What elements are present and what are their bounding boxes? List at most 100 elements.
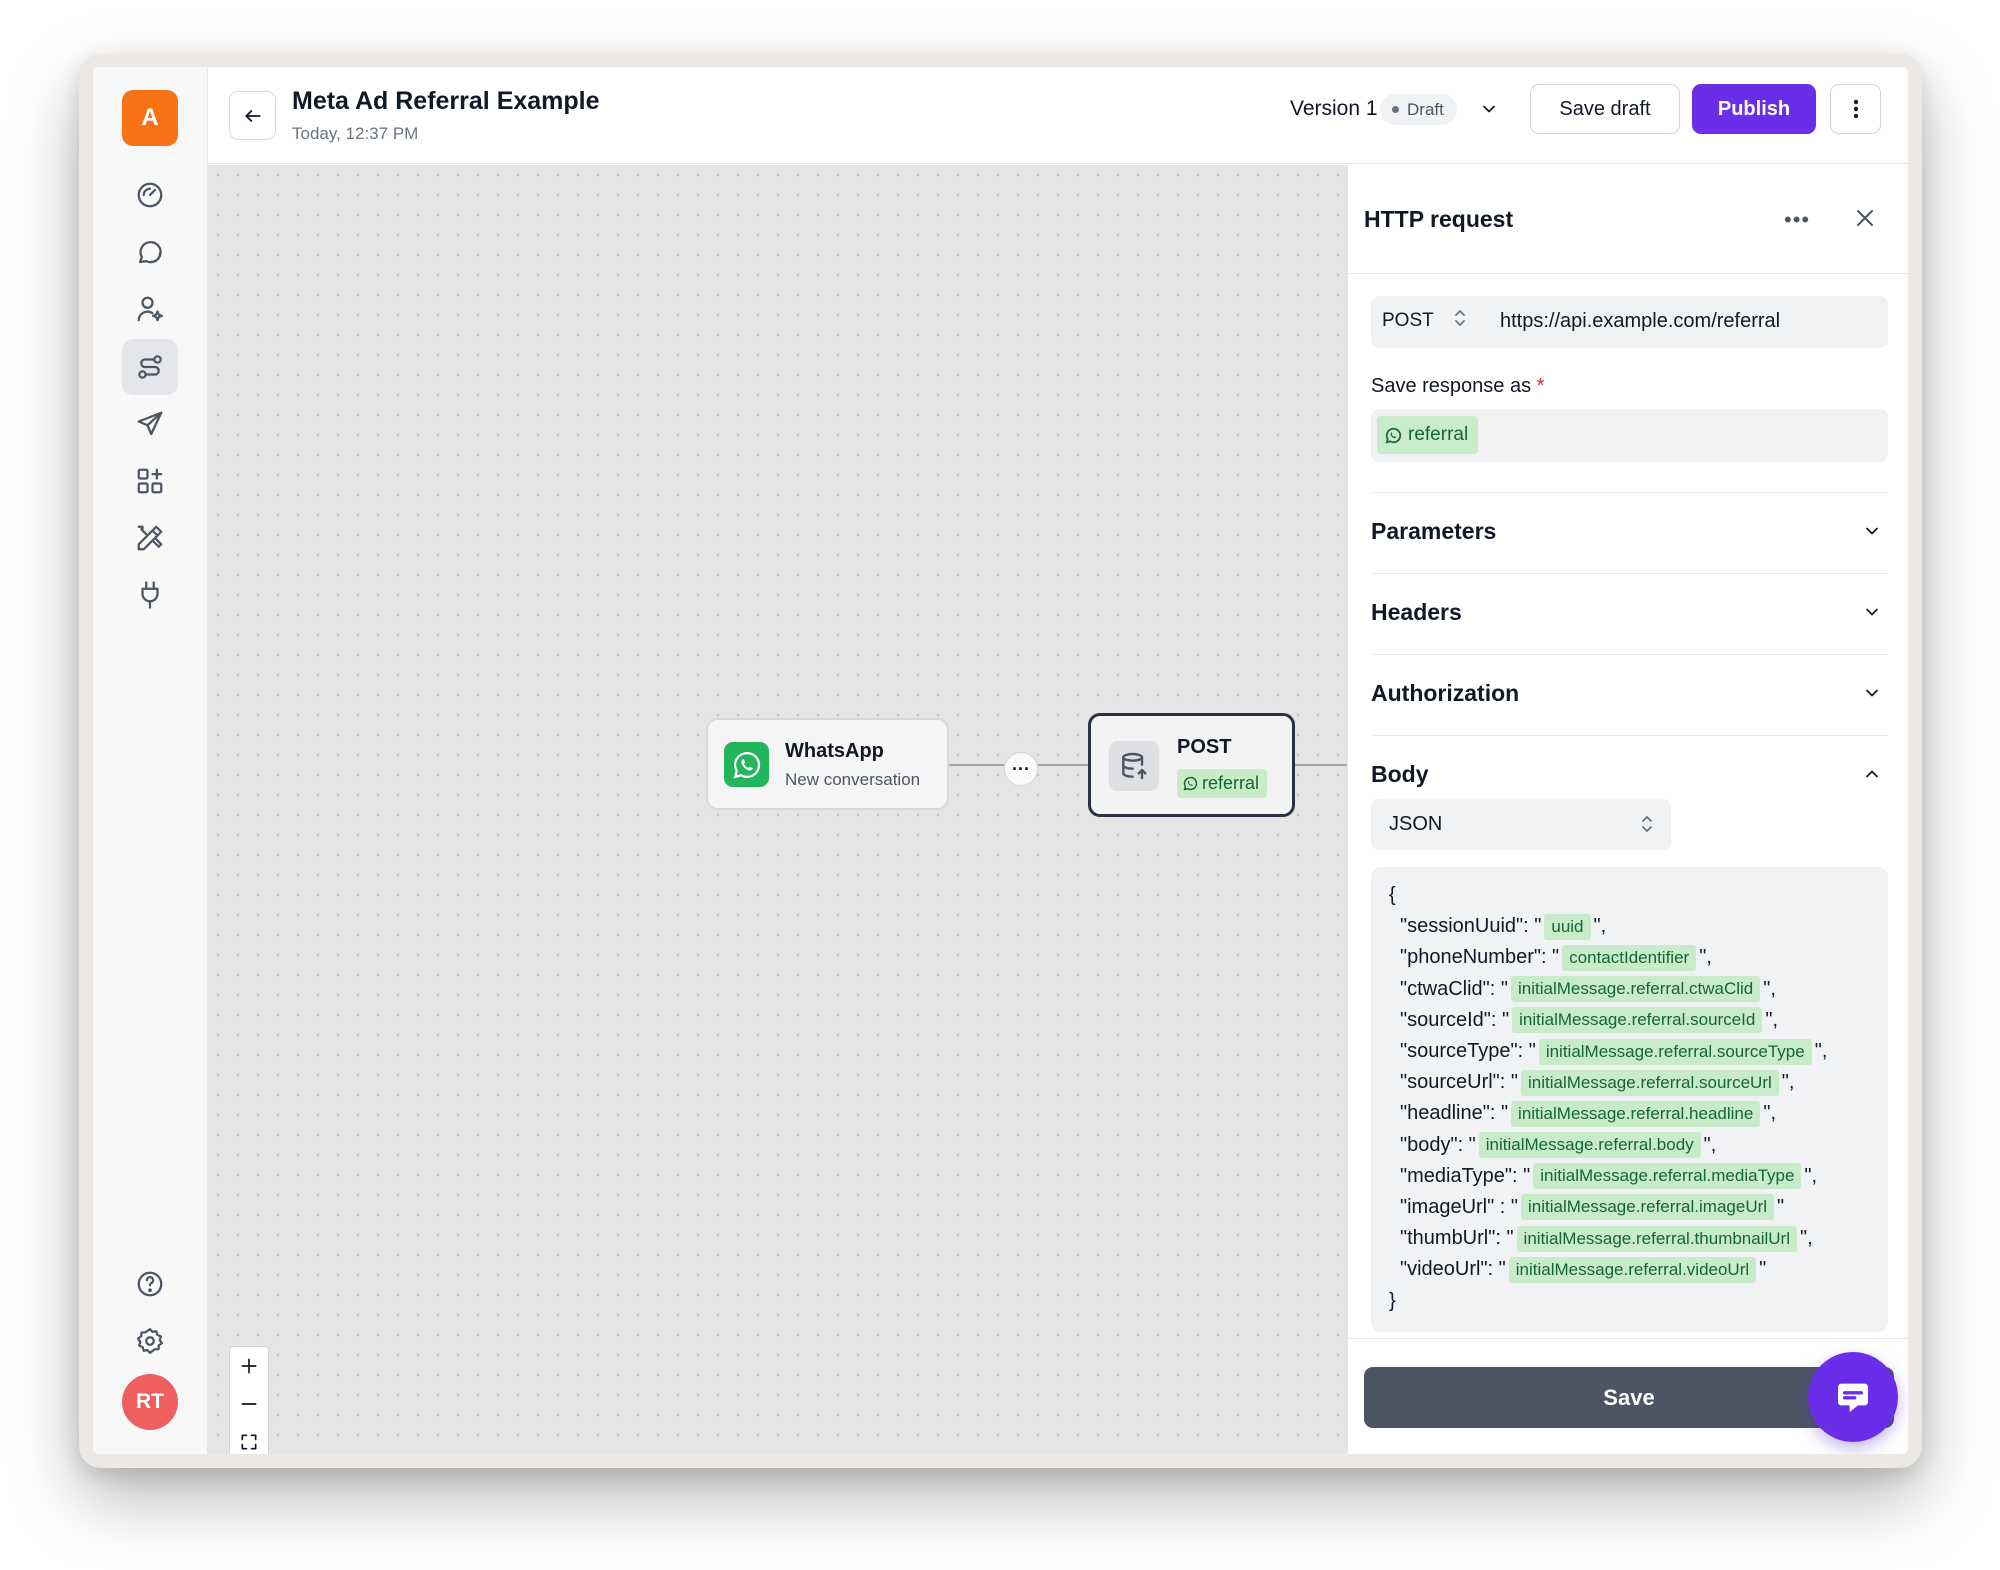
json-key: "imageUrl" : " [1400, 1195, 1518, 1218]
chevron-down-icon [1862, 521, 1882, 546]
send-paper-plane-icon [137, 411, 163, 436]
url-input[interactable]: https://api.example.com/referral [1500, 310, 1780, 333]
json-key: "videoUrl": " [1400, 1258, 1506, 1281]
variable-chip[interactable]: initialMessage.referral.mediaType [1533, 1163, 1802, 1190]
add-step-handle[interactable]: ··· [1004, 752, 1038, 786]
code-line: "thumbUrl": " initialMessage.referral.thu… [1389, 1223, 1888, 1254]
save-response-label: Save response as * [1371, 375, 1544, 398]
sidebar-item-contacts[interactable] [122, 281, 178, 337]
more-options-button[interactable] [1830, 84, 1881, 134]
panel-title: HTTP request [1364, 206, 1514, 232]
sidebar-item-dashboard[interactable] [122, 167, 178, 223]
method-select[interactable]: POST [1382, 309, 1468, 333]
section-body[interactable]: Body [1371, 735, 1888, 795]
chevron-down-icon [1483, 105, 1495, 113]
variable-chip[interactable]: contactIdentifier [1562, 944, 1697, 971]
json-suffix: ", [1804, 1164, 1818, 1187]
panel-more-button[interactable]: ••• [1784, 207, 1810, 233]
back-button[interactable] [229, 91, 276, 140]
variable-chip[interactable]: initialMessage.referral.sourceId [1512, 1007, 1763, 1034]
zoom-out-icon [241, 1403, 257, 1405]
zoom-out-button[interactable] [230, 1385, 268, 1423]
save-draft-button[interactable]: Save draft [1530, 84, 1680, 134]
zoom-controls [229, 1346, 269, 1454]
zoom-in-icon [241, 1358, 257, 1374]
node-title: WhatsApp [785, 740, 884, 762]
variable-chip[interactable]: initialMessage.referral.thumbnailUrl [1516, 1225, 1797, 1252]
version-dropdown-toggle[interactable] [1479, 99, 1499, 124]
sidebar-item-flows[interactable] [122, 339, 178, 395]
close-panel-button[interactable] [1853, 206, 1877, 235]
updown-chevron-icon [1452, 309, 1468, 333]
save-response-label-text: Save response as [1371, 375, 1532, 397]
variable-chip[interactable]: initialMessage.referral.body [1478, 1132, 1701, 1159]
body-format-value: JSON [1389, 813, 1443, 835]
json-key: "sessionUuid": " [1400, 915, 1542, 938]
section-parameters[interactable]: Parameters [1371, 492, 1888, 573]
flows-route-icon [138, 355, 162, 379]
whatsapp-trigger-node[interactable]: WhatsApp New conversation [706, 718, 949, 810]
status-text: Draft [1407, 99, 1444, 119]
body-format-select[interactable]: JSON [1371, 799, 1671, 850]
json-key: "mediaType": " [1400, 1164, 1531, 1187]
chevron-down-icon [1862, 602, 1882, 627]
json-suffix: ", [1763, 977, 1776, 1000]
sidebar-item-integrations[interactable] [122, 567, 178, 623]
json-suffix: ", [1593, 915, 1607, 938]
variable-chip[interactable]: initialMessage.referral.sourceType [1538, 1038, 1812, 1065]
variable-chip[interactable]: initialMessage.referral.imageUrl [1521, 1194, 1775, 1221]
sidebar-item-apps[interactable] [122, 453, 178, 509]
response-variable-chip[interactable]: referral [1377, 416, 1479, 454]
section-label: Body [1371, 761, 1429, 787]
section-label: Authorization [1371, 680, 1520, 706]
brand-logo[interactable]: A [122, 90, 178, 146]
sidebar-item-tools[interactable] [122, 510, 178, 566]
json-suffix: ", [1763, 1102, 1776, 1125]
variable-chip[interactable]: initialMessage.referral.ctwaClid [1511, 976, 1761, 1003]
tools-pencil-ruler-icon [137, 525, 163, 551]
user-avatar[interactable]: RT [122, 1374, 178, 1430]
sidebar-item-settings[interactable] [122, 1313, 178, 1369]
json-key: "phoneNumber": " [1400, 946, 1560, 969]
code-line: "headline": " initialMessage.referral.hea… [1389, 1098, 1888, 1129]
vertical-dots-icon [1853, 99, 1858, 119]
save-response-field[interactable]: referral [1371, 409, 1888, 462]
edge-line [1295, 764, 1347, 766]
close-icon [1857, 210, 1873, 226]
node-title: POST [1177, 736, 1232, 758]
json-suffix: ", [1781, 1071, 1795, 1094]
variable-chip[interactable]: uuid [1544, 913, 1591, 940]
chat-support-icon [1838, 1383, 1868, 1412]
sidebar-item-conversations[interactable] [122, 224, 178, 280]
http-request-node[interactable]: POST referral [1088, 713, 1295, 817]
variable-chip[interactable]: initialMessage.referral.videoUrl [1508, 1256, 1757, 1283]
dashboard-gauge-icon [137, 182, 163, 208]
json-suffix: " [1777, 1195, 1785, 1218]
section-headers[interactable]: Headers [1371, 573, 1888, 654]
node-tag-label: referral [1202, 773, 1260, 793]
variable-chip[interactable]: initialMessage.referral.headline [1511, 1100, 1761, 1127]
help-circle-icon [137, 1271, 163, 1297]
chat-bubble-icon [138, 241, 162, 264]
chat-support-button[interactable] [1808, 1352, 1898, 1442]
code-line: "videoUrl": " initialMessage.referral.vid… [1389, 1254, 1888, 1285]
zoom-in-button[interactable] [230, 1347, 268, 1385]
page-title: Meta Ad Referral Example [292, 87, 600, 115]
node-subtitle: New conversation [785, 770, 921, 789]
body-json-editor[interactable]: { "sessionUuid": " uuid ", "phoneNumber": "… [1371, 867, 1888, 1332]
publish-button[interactable]: Publish [1692, 84, 1816, 134]
sidebar-item-help[interactable] [122, 1256, 178, 1312]
chevron-up-icon [1862, 764, 1882, 789]
variable-chip[interactable]: initialMessage.referral.sourceUrl [1521, 1069, 1779, 1096]
json-suffix: ", [1800, 1227, 1813, 1250]
section-authorization[interactable]: Authorization [1371, 654, 1888, 735]
sidebar: A RT [93, 67, 208, 1454]
json-key: "sourceId": " [1400, 1008, 1510, 1031]
whatsapp-icon [724, 742, 769, 787]
fit-view-button[interactable] [230, 1423, 268, 1454]
flow-canvas[interactable]: WhatsApp New conversation ··· POST refer… [208, 165, 1347, 1454]
sidebar-item-campaigns[interactable] [122, 396, 178, 452]
version-label[interactable]: Version 1 [1290, 97, 1378, 121]
edge-line [1038, 764, 1088, 766]
code-line: "sourceUrl": " initialMessage.referral.so… [1389, 1067, 1888, 1098]
